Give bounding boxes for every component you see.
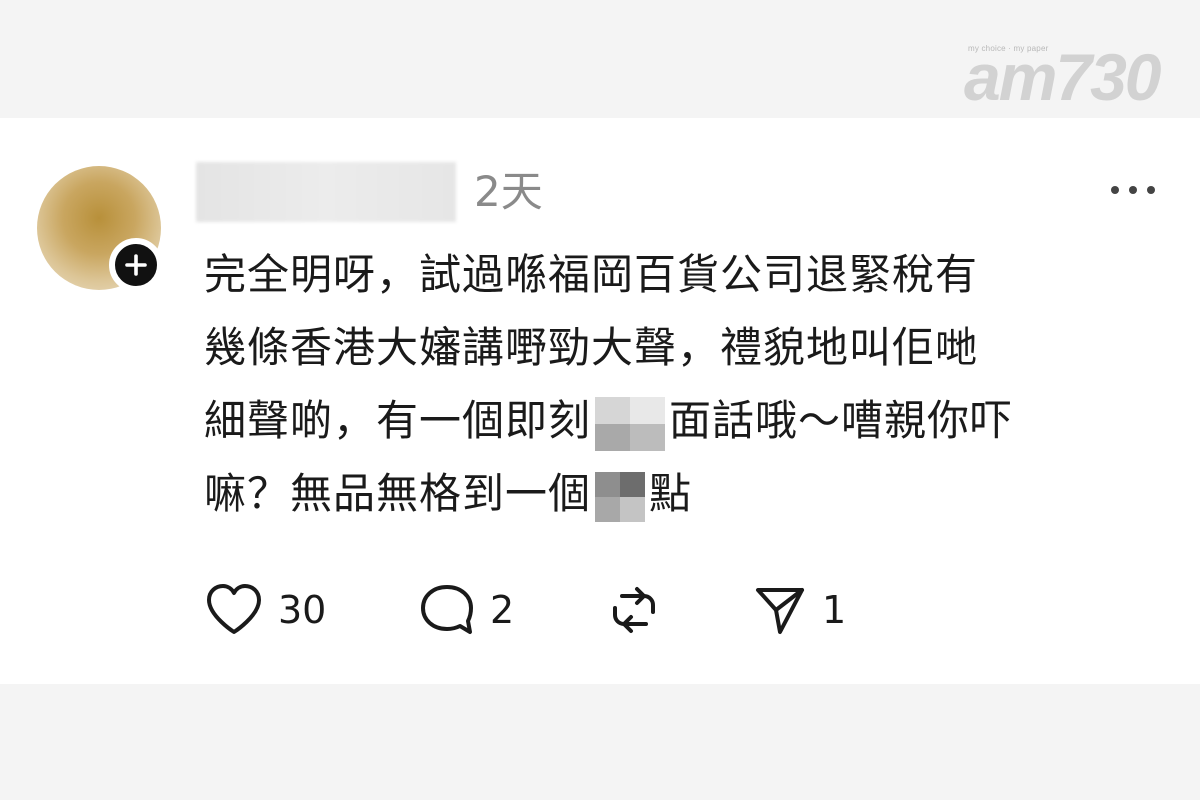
share-count: 1 xyxy=(822,588,847,632)
post-text-line: 幾條香港大嬸講嘢勁大聲，禮貌地叫佢哋 xyxy=(204,311,1164,384)
post-text: 完全明呀，試過喺福岡百貨公司退緊稅有 幾條香港大嬸講嘢勁大聲，禮貌地叫佢哋 細聲… xyxy=(204,238,1164,530)
share-button[interactable]: 1 xyxy=(752,580,846,640)
text-segment: 細聲啲，有一個即刻 xyxy=(204,396,592,445)
heart-icon xyxy=(207,584,261,634)
text-segment: 幾條香港大嬸講嘢勁大聲，禮貌地叫佢哋 xyxy=(204,323,979,372)
username-blurred[interactable] xyxy=(196,162,456,222)
more-icon xyxy=(1111,186,1155,194)
text-segment: 完全明呀，試過喺福岡百貨公司退緊稅有 xyxy=(204,250,979,299)
comment-icon xyxy=(421,585,473,634)
plus-icon xyxy=(125,254,147,276)
censored-pixelation xyxy=(595,396,666,451)
repost-button[interactable] xyxy=(606,580,662,640)
text-segment: 嘛？無品無格到一個 xyxy=(204,469,592,518)
send-icon xyxy=(756,588,804,634)
post-text-line: 完全明呀，試過喺福岡百貨公司退緊稅有 xyxy=(204,238,1164,311)
post-timestamp: 2天 xyxy=(474,167,543,216)
post-text-line: 細聲啲，有一個即刻 面話哦～嘈親你吓 xyxy=(204,384,1164,457)
logo-tagline: my choice · my paper xyxy=(968,44,1049,53)
more-options-button[interactable] xyxy=(1108,182,1158,198)
like-count: 30 xyxy=(278,588,327,632)
comment-button[interactable]: 2 xyxy=(418,580,514,640)
like-button[interactable]: 30 xyxy=(204,580,326,640)
repost-icon xyxy=(613,587,655,633)
censored-pixelation xyxy=(595,471,646,522)
action-bar: 30 2 1 xyxy=(204,580,1104,640)
text-segment: 面話哦～嘈親你吓 xyxy=(669,396,1014,445)
am730-watermark-logo: am730 my choice · my paper xyxy=(962,30,1162,116)
post-card: 2天 完全明呀，試過喺福岡百貨公司退緊稅有 幾條香港大嬸講嘢勁大聲，禮貌地叫佢哋… xyxy=(0,118,1200,684)
bottom-band xyxy=(0,684,1200,800)
comment-count: 2 xyxy=(490,588,515,632)
post-text-line: 嘛？無品無格到一個 點 xyxy=(204,457,1164,530)
follow-button[interactable] xyxy=(109,238,163,292)
text-segment: 點 xyxy=(649,469,693,518)
